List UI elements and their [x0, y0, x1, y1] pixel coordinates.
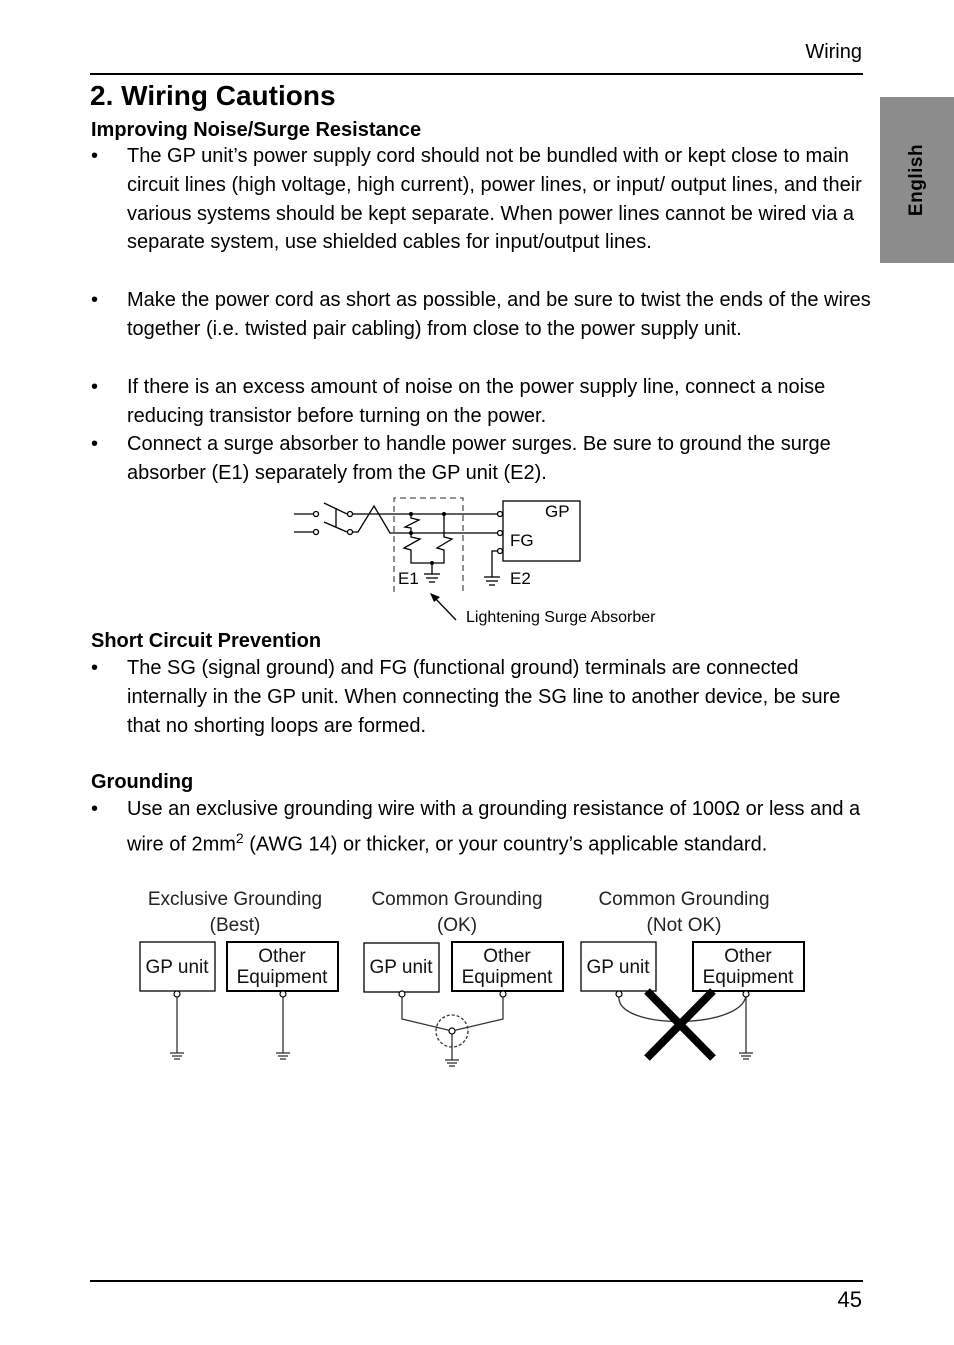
running-header: Wiring [805, 41, 862, 63]
diagram-title: Common Grounding [371, 889, 542, 910]
bullet-item: • Make the power cord as short as possibl… [91, 286, 871, 344]
bullet-text: Use an exclusive grounding wire with a g… [127, 795, 871, 859]
ground-symbol [739, 1052, 753, 1060]
ground-symbol [170, 1052, 184, 1060]
language-tab: English [880, 97, 954, 263]
diagram-subtitle: (Best) [210, 915, 261, 936]
bullet-item: • Connect a surge absorber to handle powe… [91, 430, 871, 488]
page-title: 2. Wiring Cautions [90, 80, 336, 111]
page-number: 45 [837, 1287, 862, 1312]
other-equipment-label: Equipment [462, 967, 554, 988]
bullet-item: • Use an exclusive grounding wire with a … [91, 795, 871, 859]
gp-unit-label: GP unit [369, 957, 433, 978]
language-tab-label: English [906, 143, 927, 217]
superscript: 2 [235, 829, 244, 846]
bullet-item: • The SG (signal ground) and FG (function… [91, 654, 871, 740]
e2-label: E2 [510, 569, 531, 588]
ground-symbol [445, 1059, 459, 1067]
other-equipment-label: Other [258, 946, 306, 967]
e1-label: E1 [398, 569, 419, 588]
footer-rule [90, 1280, 863, 1282]
bullet-text: If there is an excess amount of noise on… [127, 376, 826, 427]
diagram-title: Common Grounding [598, 889, 769, 910]
surge-absorber-diagram: GP FG E1 E2 Lightening Surge Absorber [294, 497, 656, 626]
bullet-text: Make the power cord as short as possible… [127, 289, 871, 340]
header-rule [90, 73, 863, 75]
diagram-title: Exclusive Grounding [148, 889, 322, 910]
grounding-diagrams: Exclusive Grounding (Best) Common Ground… [139, 889, 805, 1067]
fg-label: FG [510, 531, 534, 550]
bullet-text: The GP unit’s power supply cord should n… [127, 145, 862, 254]
bullet-item: • The GP unit’s power supply cord should … [91, 142, 871, 257]
ground-symbol [276, 1052, 290, 1060]
surge-caption: Lightening Surge Absorber [466, 609, 656, 626]
bullet-text: Connect a surge absorber to handle power… [127, 433, 831, 484]
bullet-item: • If there is an excess amount of noise o… [91, 373, 871, 431]
gp-unit-label: GP unit [145, 957, 209, 978]
twisted-line [352, 504, 497, 534]
section-heading-noise: Improving Noise/Surge Resistance [91, 119, 422, 141]
other-equipment-label: Other [483, 946, 531, 967]
section-heading-short-circuit: Short Circuit Prevention [91, 630, 322, 652]
section-heading-grounding: Grounding [91, 771, 194, 793]
other-equipment-label: Equipment [703, 967, 795, 988]
gp-label: GP [545, 502, 570, 521]
gp-unit-label: GP unit [586, 957, 650, 978]
other-equipment-label: Other [724, 946, 772, 967]
diagram-subtitle: (Not OK) [647, 915, 722, 936]
not-ok-cross-icon [644, 988, 716, 1061]
diagram-subtitle: (OK) [437, 915, 477, 936]
bullet-text: The SG (signal ground) and FG (functiona… [127, 657, 841, 737]
other-equipment-label: Equipment [237, 967, 329, 988]
bullet-text-rest: (AWG 14) or thicker, or your country’s a… [243, 833, 768, 856]
